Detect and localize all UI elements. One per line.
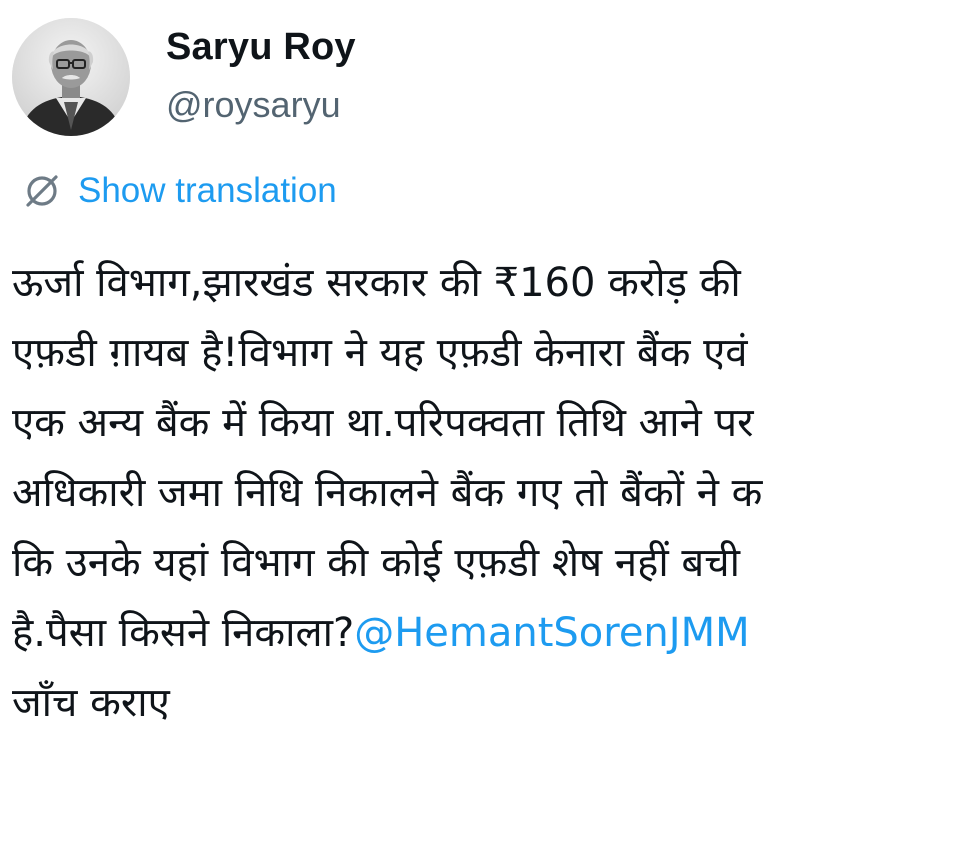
tweet-text-line: ऊर्जा विभाग,झारखंड सरकार की ₹160 करोड़ क… xyxy=(12,260,741,306)
tweet-text-segment: है.पैसा किसने निकाला? xyxy=(12,610,355,656)
tweet-text-line: कि उनके यहां विभाग की कोई एफ़डी शेष नहीं… xyxy=(12,540,740,586)
tweet-text-line: अधिकारी जमा निधि निकालने बैंक गए तो बैंक… xyxy=(12,470,763,516)
mention-link[interactable]: @HemantSorenJMM xyxy=(354,610,749,656)
tweet: Saryu Roy @roysaryu Show translation ऊर्… xyxy=(0,0,962,844)
tweet-text-line-with-mention: है.पैसा किसने निकाला?@HemantSorenJMM xyxy=(12,598,962,668)
show-translation-button[interactable]: Show translation xyxy=(20,166,337,216)
tweet-text-line: जाँच कराए xyxy=(12,680,170,726)
globe-strike-icon xyxy=(26,175,58,207)
avatar[interactable] xyxy=(12,18,130,136)
tweet-text: ऊर्जा विभाग,झारखंड सरकार की ₹160 करोड़ क… xyxy=(12,248,962,738)
show-translation-label: Show translation xyxy=(78,171,337,210)
profile-photo xyxy=(12,18,130,136)
tweet-text-line: एफ़डी ग़ायब है!विभाग ने यह एफ़डी केनारा … xyxy=(12,330,748,376)
display-name[interactable]: Saryu Roy xyxy=(166,26,356,69)
tweet-text-line: एक अन्य बैंक में किया था.परिपक्वता तिथि … xyxy=(12,400,754,446)
user-handle[interactable]: @roysaryu xyxy=(166,84,341,126)
